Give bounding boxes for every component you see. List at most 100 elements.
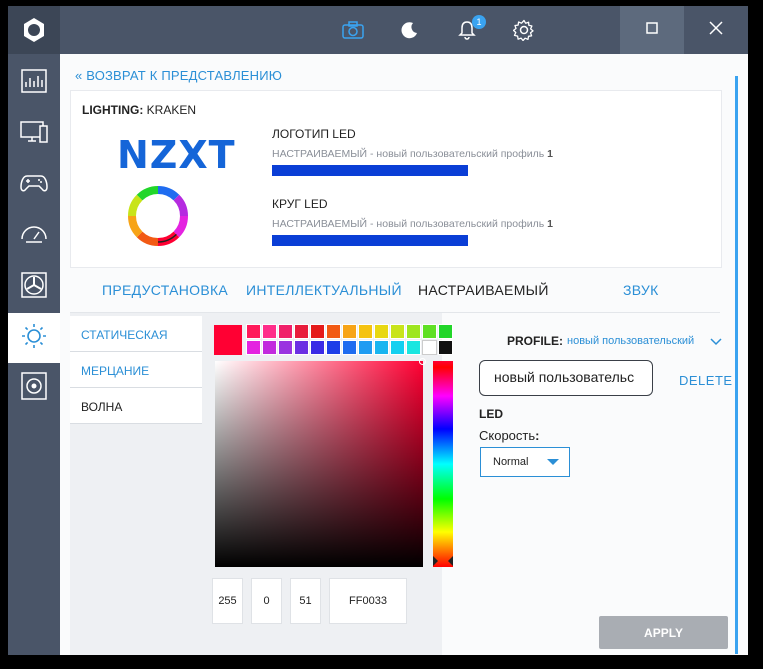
logo-led-color-bar (272, 165, 468, 176)
logo-led-block[interactable]: ЛОГОТИП LED НАСТРАИВАЕМЫЙ - новый пользо… (272, 127, 553, 176)
logo-led-name: ЛОГОТИП LED (272, 127, 356, 141)
ring-led-profile: НАСТРАИВАЕМЫЙ - новый пользовательский п… (272, 218, 553, 230)
sidebar-item-audio[interactable] (8, 363, 60, 413)
color-swatch[interactable] (422, 340, 437, 355)
effect-static[interactable]: СТАТИЧЕСКАЯ (70, 316, 202, 352)
device-title: LIGHTING: KRAKEN (82, 103, 196, 117)
color-swatch-grid (246, 324, 453, 355)
ring-led-color-bar (272, 235, 468, 246)
chevron-down-icon[interactable] (710, 333, 722, 351)
ring-led-block[interactable]: КРУГ LED НАСТРАИВАЕМЫЙ - новый пользоват… (272, 197, 553, 246)
hue-marker-right[interactable] (448, 556, 453, 566)
color-swatch[interactable] (374, 340, 389, 355)
color-cursor[interactable] (419, 358, 426, 365)
color-swatch[interactable] (310, 324, 325, 339)
color-swatch[interactable] (390, 324, 405, 339)
speed-select[interactable]: Normal (480, 447, 570, 477)
ring-led-name: КРУГ LED (272, 197, 328, 211)
apply-button[interactable]: APPLY (599, 616, 728, 649)
profile-dropdown[interactable]: новый пользовательский (567, 335, 707, 347)
color-swatch[interactable] (326, 340, 341, 355)
color-swatch[interactable] (438, 340, 453, 355)
blue-input[interactable]: 51 (290, 578, 321, 624)
speedometer-icon (20, 223, 48, 250)
device-title-name: KRAKEN (146, 103, 197, 117)
logo-icon[interactable] (8, 6, 60, 54)
logo-led-profile: НАСТРАИВАЕМЫЙ - новый пользовательский п… (272, 148, 553, 160)
camera-icon[interactable] (341, 18, 365, 42)
app-window: 1 « ВОЗВРАТ К ПРЕДСТАВЛЕНИЮ LIGHTING: KR… (8, 6, 748, 655)
tab-intelligent[interactable]: ИНТЕЛЛЕКТУАЛЬНЫЙ (246, 282, 402, 298)
tab-custom[interactable]: НАСТРАИВАЕМЫЙ (418, 282, 549, 298)
close-icon (709, 20, 723, 40)
hue-slider[interactable] (433, 361, 453, 567)
color-swatch[interactable] (246, 324, 261, 339)
color-swatch[interactable] (278, 340, 293, 355)
profile-name-input[interactable]: новый пользовательс (479, 360, 653, 396)
caret-down-icon (547, 459, 559, 465)
nzxt-logo: NZXT (117, 133, 236, 177)
color-swatch[interactable] (438, 324, 453, 339)
delete-button[interactable]: DELETE (679, 373, 733, 388)
gamepad-icon (20, 173, 48, 198)
effect-blink[interactable]: МЕРЦАНИЕ (70, 352, 202, 388)
color-swatch[interactable] (406, 340, 421, 355)
back-link[interactable]: « ВОЗВРАТ К ПРЕДСТАВЛЕНИЮ (75, 68, 282, 83)
red-input[interactable]: 255 (212, 578, 243, 624)
effect-wave[interactable]: ВОЛНА (70, 388, 202, 424)
sidebar-item-cooling[interactable] (8, 262, 60, 312)
sidebar-item-pc[interactable] (8, 109, 60, 159)
scrollbar[interactable] (735, 76, 738, 654)
color-swatch[interactable] (342, 324, 357, 339)
profile-label: PROFILE: (507, 334, 563, 348)
close-button[interactable] (684, 6, 748, 54)
color-editor: 255 0 51 FF0033 (202, 313, 453, 655)
color-swatch[interactable] (246, 340, 261, 355)
notification-badge: 1 (472, 15, 486, 29)
speed-select-value: Normal (493, 456, 529, 468)
double-chevron-left-icon: « (75, 68, 83, 83)
audio-icon (21, 371, 47, 405)
color-swatch[interactable] (358, 324, 373, 339)
color-swatch[interactable] (262, 324, 277, 339)
maximize-icon (646, 21, 658, 39)
current-color-swatch (214, 325, 242, 355)
main-content: « ВОЗВРАТ К ПРЕДСТАВЛЕНИЮ LIGHTING: KRAK… (60, 54, 748, 655)
led-label: LED (479, 407, 503, 421)
speed-label: Скорость: (479, 428, 540, 443)
sidebar-item-lighting[interactable] (8, 313, 60, 363)
device-card: LIGHTING: KRAKEN NZXT ЛОГОТИП LED НАСТРА… (70, 90, 722, 268)
ring-led-preview (127, 185, 189, 247)
moon-icon[interactable] (398, 18, 422, 42)
sidebar-item-performance[interactable] (8, 211, 60, 261)
tab-audio[interactable]: ЗВУК (623, 282, 659, 298)
color-swatch[interactable] (294, 324, 309, 339)
color-swatch[interactable] (390, 340, 405, 355)
color-swatch[interactable] (358, 340, 373, 355)
color-swatch[interactable] (326, 324, 341, 339)
color-swatch[interactable] (262, 340, 277, 355)
hex-input[interactable]: FF0033 (329, 578, 407, 624)
color-swatch[interactable] (310, 340, 325, 355)
tab-preset[interactable]: ПРЕДУСТАНОВКА (102, 282, 228, 298)
color-swatch[interactable] (374, 324, 389, 339)
gear-icon[interactable] (512, 18, 536, 42)
color-swatch[interactable] (406, 324, 421, 339)
lighting-icon (20, 322, 48, 355)
maximize-button[interactable] (620, 6, 684, 54)
color-swatch[interactable] (422, 324, 437, 339)
color-swatch[interactable] (294, 340, 309, 355)
sidebar (8, 54, 60, 655)
back-link-label: ВОЗВРАТ К ПРЕДСТАВЛЕНИЮ (86, 68, 283, 83)
effect-list: СТАТИЧЕСКАЯ МЕРЦАНИЕ ВОЛНА (70, 313, 202, 655)
sidebar-item-dashboard[interactable] (8, 58, 60, 108)
sidebar-item-games[interactable] (8, 160, 60, 210)
hue-marker-left[interactable] (433, 556, 438, 566)
color-swatch[interactable] (278, 324, 293, 339)
color-swatch[interactable] (342, 340, 357, 355)
green-input[interactable]: 0 (251, 578, 282, 624)
dashboard-icon (21, 68, 47, 98)
device-title-prefix: LIGHTING: (82, 103, 144, 117)
saturation-value-picker[interactable] (215, 358, 426, 567)
mode-tabs: ПРЕДУСТАНОВКА ИНТЕЛЛЕКТУАЛЬНЫЙ НАСТРАИВА… (70, 280, 730, 314)
